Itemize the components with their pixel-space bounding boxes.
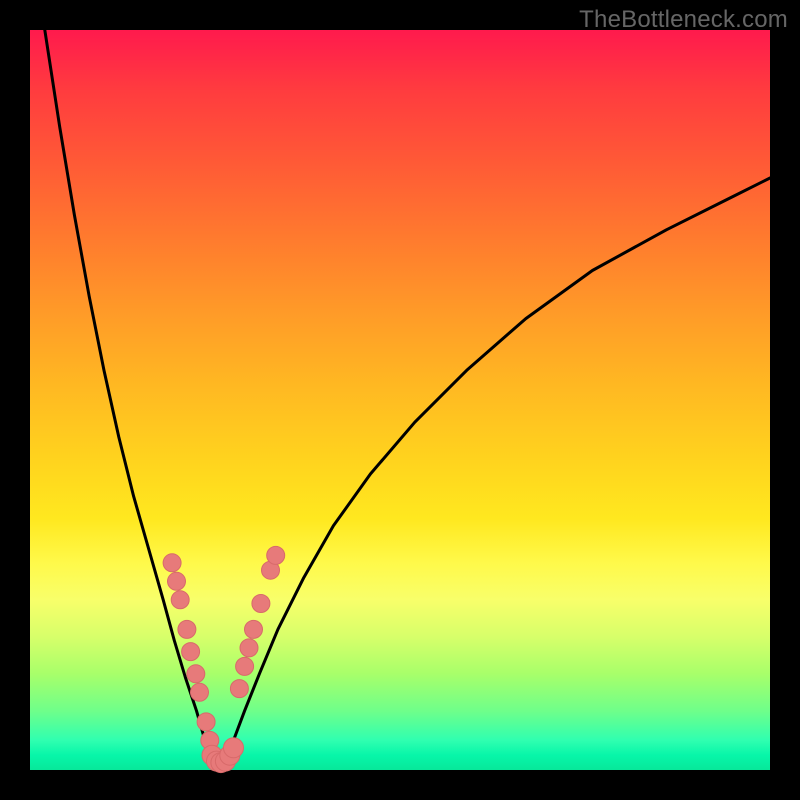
data-marker <box>224 738 244 758</box>
plot-svg <box>30 30 770 770</box>
data-marker <box>236 657 254 675</box>
data-marker <box>191 683 209 701</box>
data-marker <box>171 591 189 609</box>
series-curve-right <box>215 178 770 766</box>
data-marker <box>168 572 186 590</box>
curve-layer <box>45 30 770 766</box>
data-marker <box>163 554 181 572</box>
data-marker <box>197 713 215 731</box>
data-marker <box>245 620 263 638</box>
data-marker <box>178 620 196 638</box>
data-marker <box>187 665 205 683</box>
data-marker <box>182 643 200 661</box>
chart-frame: TheBottleneck.com <box>0 0 800 800</box>
plot-area <box>30 30 770 770</box>
data-marker <box>240 639 258 657</box>
data-marker <box>252 595 270 613</box>
data-marker <box>267 546 285 564</box>
data-marker <box>230 680 248 698</box>
